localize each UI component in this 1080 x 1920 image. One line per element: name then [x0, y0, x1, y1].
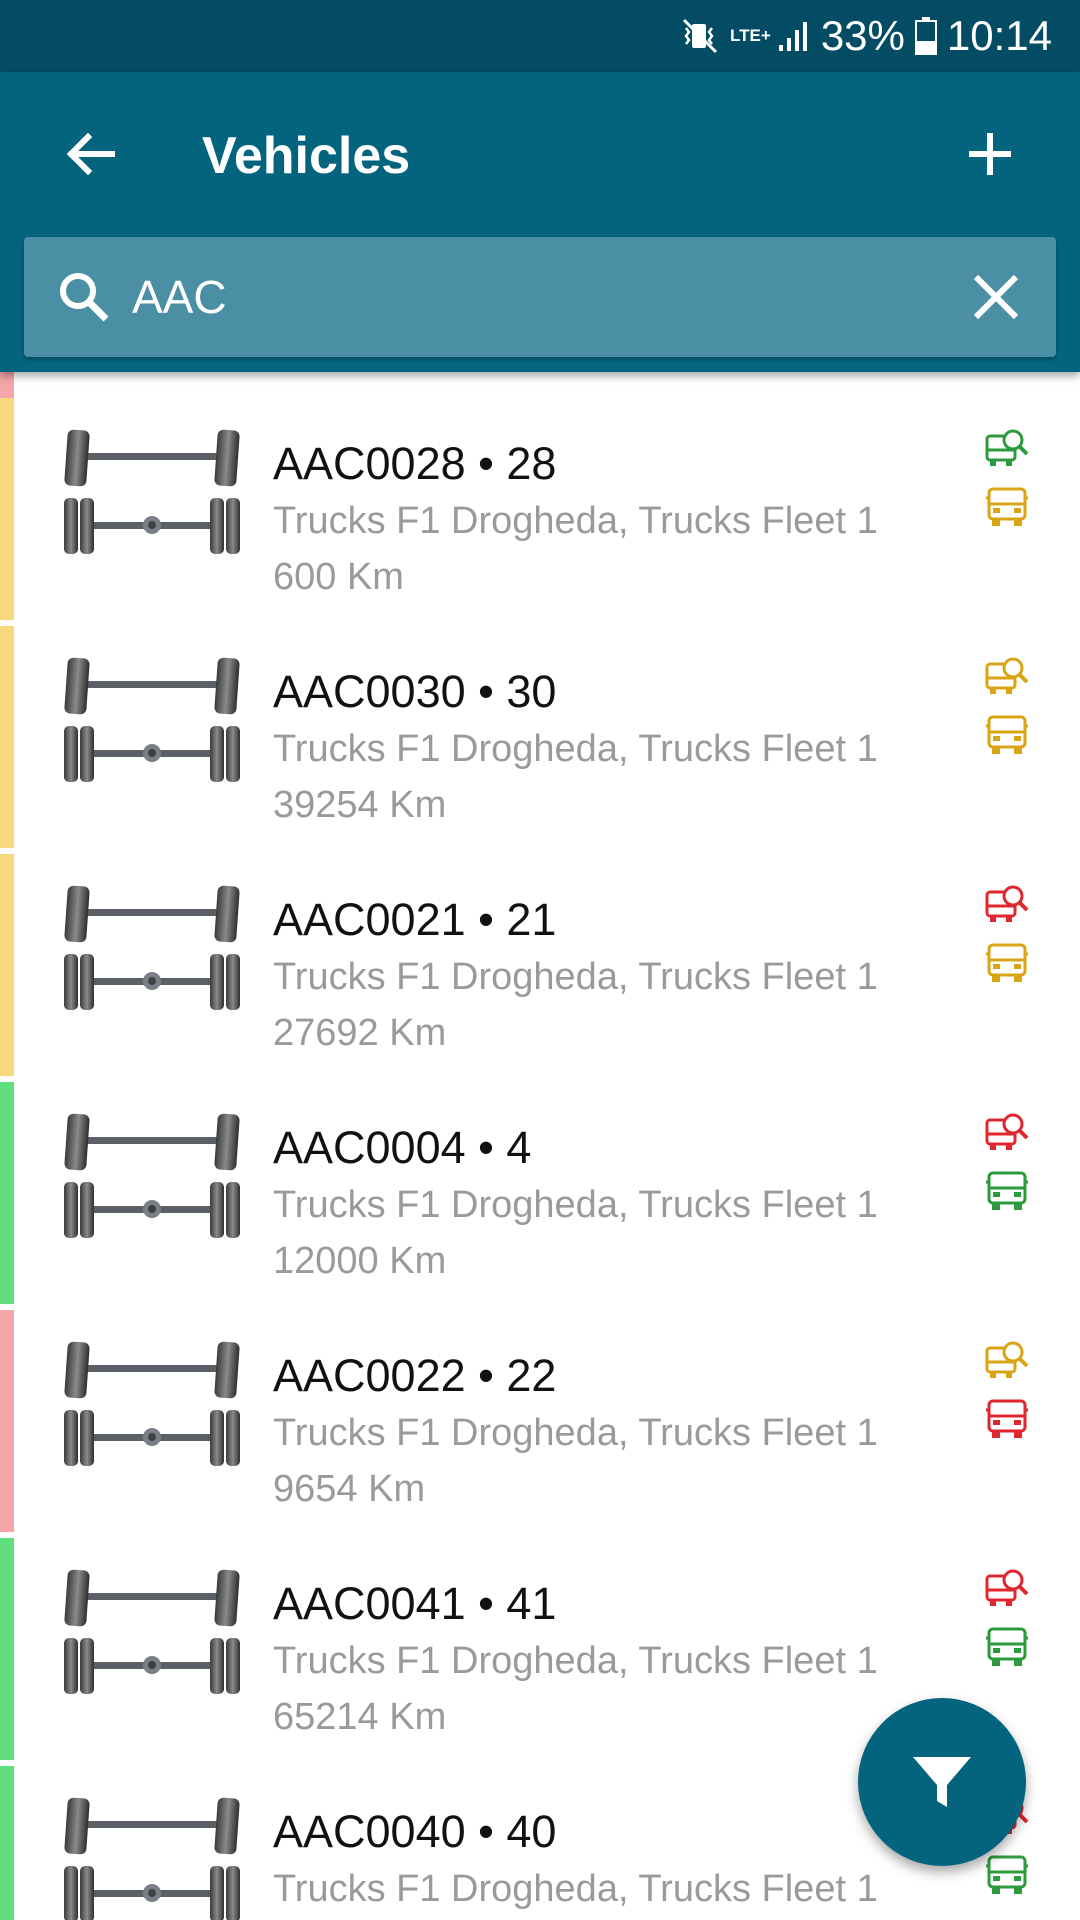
vehicle-name: AAC0028 • 28 [273, 438, 557, 489]
axle-diagram-icon [64, 1569, 240, 1694]
inspection-status-icon [985, 885, 1029, 922]
vehicle-fleet: Trucks F1 Drogheda, Trucks Fleet 1 [273, 500, 878, 542]
vehicle-fleet: Trucks F1 Drogheda, Trucks Fleet 1 [273, 1868, 878, 1910]
app-bar: Vehicles [0, 72, 1080, 372]
status-icons: LTE+ 33% 10:14 [680, 0, 1052, 72]
inspection-status-icon [985, 1113, 1029, 1150]
battery-percent: 33% [820, 12, 905, 59]
truck-status-icon [986, 943, 1028, 982]
vehicle-fleet: Trucks F1 Drogheda, Trucks Fleet 1 [273, 1412, 878, 1454]
vehicle-name: AAC0022 • 22 [273, 1350, 557, 1401]
vehicle-km: 600 Km [273, 556, 404, 598]
axle-diagram-icon [64, 1113, 240, 1238]
clock: 10:14 [946, 12, 1052, 59]
status-strip [0, 626, 14, 848]
status-strip [0, 398, 14, 620]
vehicle-row[interactable]: AAC0030 • 30 Trucks F1 Drogheda, Trucks … [0, 626, 1080, 854]
vehicle-km: 12000 Km [273, 1240, 447, 1282]
arrow-back-icon [66, 132, 115, 176]
axle-diagram-icon [64, 885, 240, 1010]
vehicle-fleet: Trucks F1 Drogheda, Trucks Fleet 1 [273, 1640, 878, 1682]
inspection-status-icon [985, 657, 1029, 694]
vehicle-row[interactable]: AAC0028 • 28 Trucks F1 Drogheda, Trucks … [0, 398, 1080, 626]
close-icon[interactable] [966, 267, 1026, 327]
inspection-status-icon [985, 1341, 1029, 1378]
mute-vibrate-icon [682, 18, 718, 54]
status-strip [0, 1082, 14, 1304]
vehicle-km: 9654 Km [273, 1468, 426, 1510]
vehicle-row[interactable]: AAC0021 • 21 Trucks F1 Drogheda, Trucks … [0, 854, 1080, 1082]
vehicle-name: AAC0040 • 40 [273, 1806, 557, 1857]
truck-status-icon [986, 1399, 1028, 1438]
axle-diagram-icon [64, 1341, 240, 1466]
status-strip [0, 854, 14, 1076]
vehicle-km: 65214 Km [273, 1696, 447, 1738]
page-title: Vehicles [202, 127, 411, 185]
truck-status-icon [986, 715, 1028, 754]
axle-diagram-icon [64, 429, 240, 554]
search-icon [60, 273, 109, 322]
status-strip [0, 1766, 14, 1920]
inspection-status-icon [985, 429, 1029, 466]
status-strip [0, 1310, 14, 1532]
vehicle-km: 39254 Km [273, 784, 447, 826]
truck-status-icon [986, 1627, 1028, 1666]
back-button[interactable] [50, 114, 130, 194]
vehicle-fleet: Trucks F1 Drogheda, Trucks Fleet 1 [273, 1184, 878, 1226]
vehicle-name: AAC0004 • 4 [273, 1122, 532, 1173]
vehicle-row[interactable]: AAC0004 • 4 Trucks F1 Drogheda, Trucks F… [0, 1082, 1080, 1310]
vehicle-name: AAC0041 • 41 [273, 1578, 557, 1629]
inspection-status-icon [985, 1569, 1029, 1606]
lte-icon: LTE+ [730, 26, 771, 45]
plus-icon [969, 133, 1011, 175]
signal-icon [778, 22, 807, 51]
vehicle-name: AAC0030 • 30 [273, 666, 557, 717]
vehicle-fleet: Trucks F1 Drogheda, Trucks Fleet 1 [273, 728, 878, 770]
status-bar: LTE+ 33% 10:14 [0, 0, 1080, 72]
search-bar [24, 237, 1056, 357]
filter-icon [913, 1757, 971, 1807]
axle-diagram-icon [64, 657, 240, 782]
vehicle-name: AAC0021 • 21 [273, 894, 557, 945]
vehicle-km: 27692 Km [273, 1012, 447, 1054]
add-vehicle-button[interactable] [950, 114, 1030, 194]
vehicle-fleet: Trucks F1 Drogheda, Trucks Fleet 1 [273, 956, 878, 998]
vehicle-row[interactable]: AAC0022 • 22 Trucks F1 Drogheda, Trucks … [0, 1310, 1080, 1538]
status-strip [0, 372, 14, 398]
truck-status-icon [986, 1855, 1028, 1894]
truck-status-icon [986, 487, 1028, 526]
truck-status-icon [986, 1171, 1028, 1210]
axle-diagram-icon [64, 1797, 240, 1920]
search-input[interactable] [132, 237, 952, 357]
battery-icon [914, 17, 937, 55]
status-strip [0, 1538, 14, 1760]
filter-button[interactable] [858, 1698, 1026, 1866]
vehicle-list: AAC0028 • 28 Trucks F1 Drogheda, Trucks … [0, 372, 1080, 1920]
